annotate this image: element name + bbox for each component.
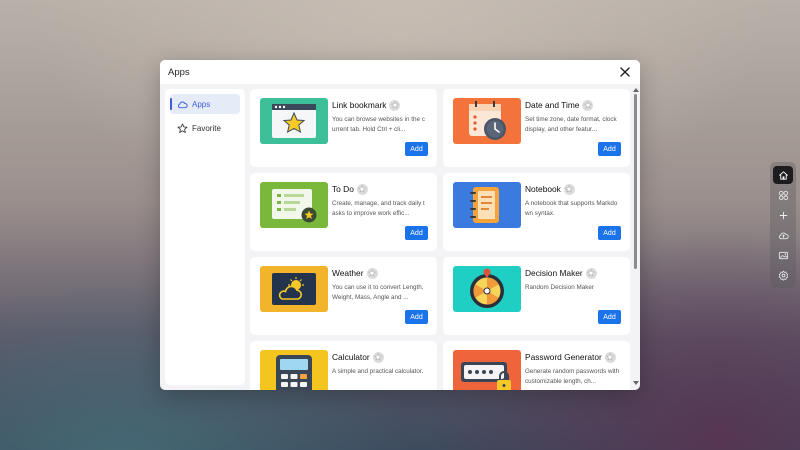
password-lock-icon (453, 350, 521, 390)
dock-add-button[interactable] (773, 206, 793, 224)
add-button[interactable]: Add (598, 310, 621, 324)
dialog-title: Apps (168, 66, 190, 78)
app-card-weather: Weather You can use it to convert Length… (250, 257, 437, 335)
add-button[interactable]: Add (405, 310, 428, 324)
favorite-star-icon[interactable] (585, 267, 597, 279)
scrollbar-thumb[interactable] (634, 94, 637, 269)
favorite-star-icon[interactable] (563, 183, 575, 195)
app-card-date-and-time: Date and Time Set time zone, date format… (443, 89, 630, 167)
app-card-decision-maker: Decision Maker Random Decision Maker Add (443, 257, 630, 335)
app-name: Weather (332, 268, 364, 278)
apps-dialog: Apps Apps Favorite Link bookmark You can… (160, 60, 640, 390)
app-description: Create, manage, and track daily tasks to… (332, 200, 425, 217)
todo-list-icon (260, 182, 328, 228)
sidebar-item-favorite[interactable]: Favorite (170, 118, 240, 138)
calculator-icon (260, 350, 328, 390)
apps-grid-icon (778, 190, 788, 200)
star-outline-icon (177, 123, 188, 134)
app-description: Random Decision Maker (525, 284, 594, 291)
app-name: Calculator (332, 352, 370, 362)
app-description: Set time zone, date format, clock displa… (525, 116, 617, 133)
app-name: Link bookmark (332, 100, 387, 110)
sidebar-item-apps[interactable]: Apps (170, 94, 240, 114)
app-thumbnail (260, 266, 328, 312)
sidebar-item-label: Apps (192, 99, 211, 109)
app-card-notebook: Notebook A notebook that supports Markdo… (443, 173, 630, 251)
cloud-upload-icon (778, 232, 789, 239)
add-button[interactable]: Add (598, 142, 621, 156)
app-thumbnail (260, 182, 328, 228)
app-description: You can browse websites in the current t… (332, 116, 425, 133)
scroll-up-arrow-icon[interactable] (633, 88, 639, 92)
home-icon (778, 170, 788, 180)
side-dock (770, 162, 796, 288)
favorite-star-icon[interactable] (582, 99, 594, 111)
favorite-star-icon[interactable] (366, 267, 378, 279)
app-thumbnail (453, 350, 521, 390)
favorite-star-icon[interactable] (389, 99, 401, 111)
app-thumbnail (453, 182, 521, 228)
scroll-down-arrow-icon[interactable] (633, 381, 639, 385)
dock-settings-button[interactable] (773, 266, 793, 284)
calendar-clock-icon (453, 98, 521, 144)
app-name: Notebook (525, 184, 561, 194)
decision-wheel-icon (453, 266, 521, 312)
app-description: A simple and practical calculator. (332, 368, 424, 375)
weather-icon (260, 266, 328, 312)
app-description: Generate random passwords with customiza… (525, 368, 620, 385)
dock-upload-button[interactable] (773, 226, 793, 244)
app-card-password-generator: Password Generator Generate random passw… (443, 341, 630, 390)
app-card-calculator: Calculator A simple and practical calcul… (250, 341, 437, 390)
notebook-icon (453, 182, 521, 228)
app-thumbnail (453, 266, 521, 312)
dialog-header: Apps (160, 60, 640, 84)
app-thumbnail (260, 350, 328, 390)
app-description: You can use it to convert Length, Weight… (332, 284, 424, 301)
image-icon (778, 251, 788, 259)
app-name: Decision Maker (525, 268, 583, 278)
app-thumbnail (453, 98, 521, 144)
add-button[interactable]: Add (405, 226, 428, 240)
plus-icon (779, 211, 787, 219)
scrollbar[interactable] (633, 88, 639, 385)
cloud-icon (177, 99, 188, 110)
close-icon[interactable] (618, 65, 632, 79)
app-name: Date and Time (525, 100, 580, 110)
favorite-star-icon[interactable] (372, 351, 384, 363)
app-thumbnail (260, 98, 328, 144)
add-button[interactable]: Add (405, 142, 428, 156)
favorite-star-icon[interactable] (604, 351, 616, 363)
add-button[interactable]: Add (598, 226, 621, 240)
favorite-star-icon[interactable] (356, 183, 368, 195)
bookmark-star-icon (260, 98, 328, 144)
dock-wallpaper-button[interactable] (773, 246, 793, 264)
sidebar: Apps Favorite (165, 89, 245, 385)
app-name: Password Generator (525, 352, 602, 362)
settings-icon (778, 270, 788, 281)
app-description: A notebook that supports Markdown syntax… (525, 200, 618, 217)
app-grid: Link bookmark You can browse websites in… (250, 89, 634, 390)
dock-home-button[interactable] (773, 166, 793, 184)
dock-apps-button[interactable] (773, 186, 793, 204)
app-card-to-do: To Do Create, manage, and track daily ta… (250, 173, 437, 251)
sidebar-item-label: Favorite (192, 123, 221, 133)
app-name: To Do (332, 184, 354, 194)
app-card-link-bookmark: Link bookmark You can browse websites in… (250, 89, 437, 167)
